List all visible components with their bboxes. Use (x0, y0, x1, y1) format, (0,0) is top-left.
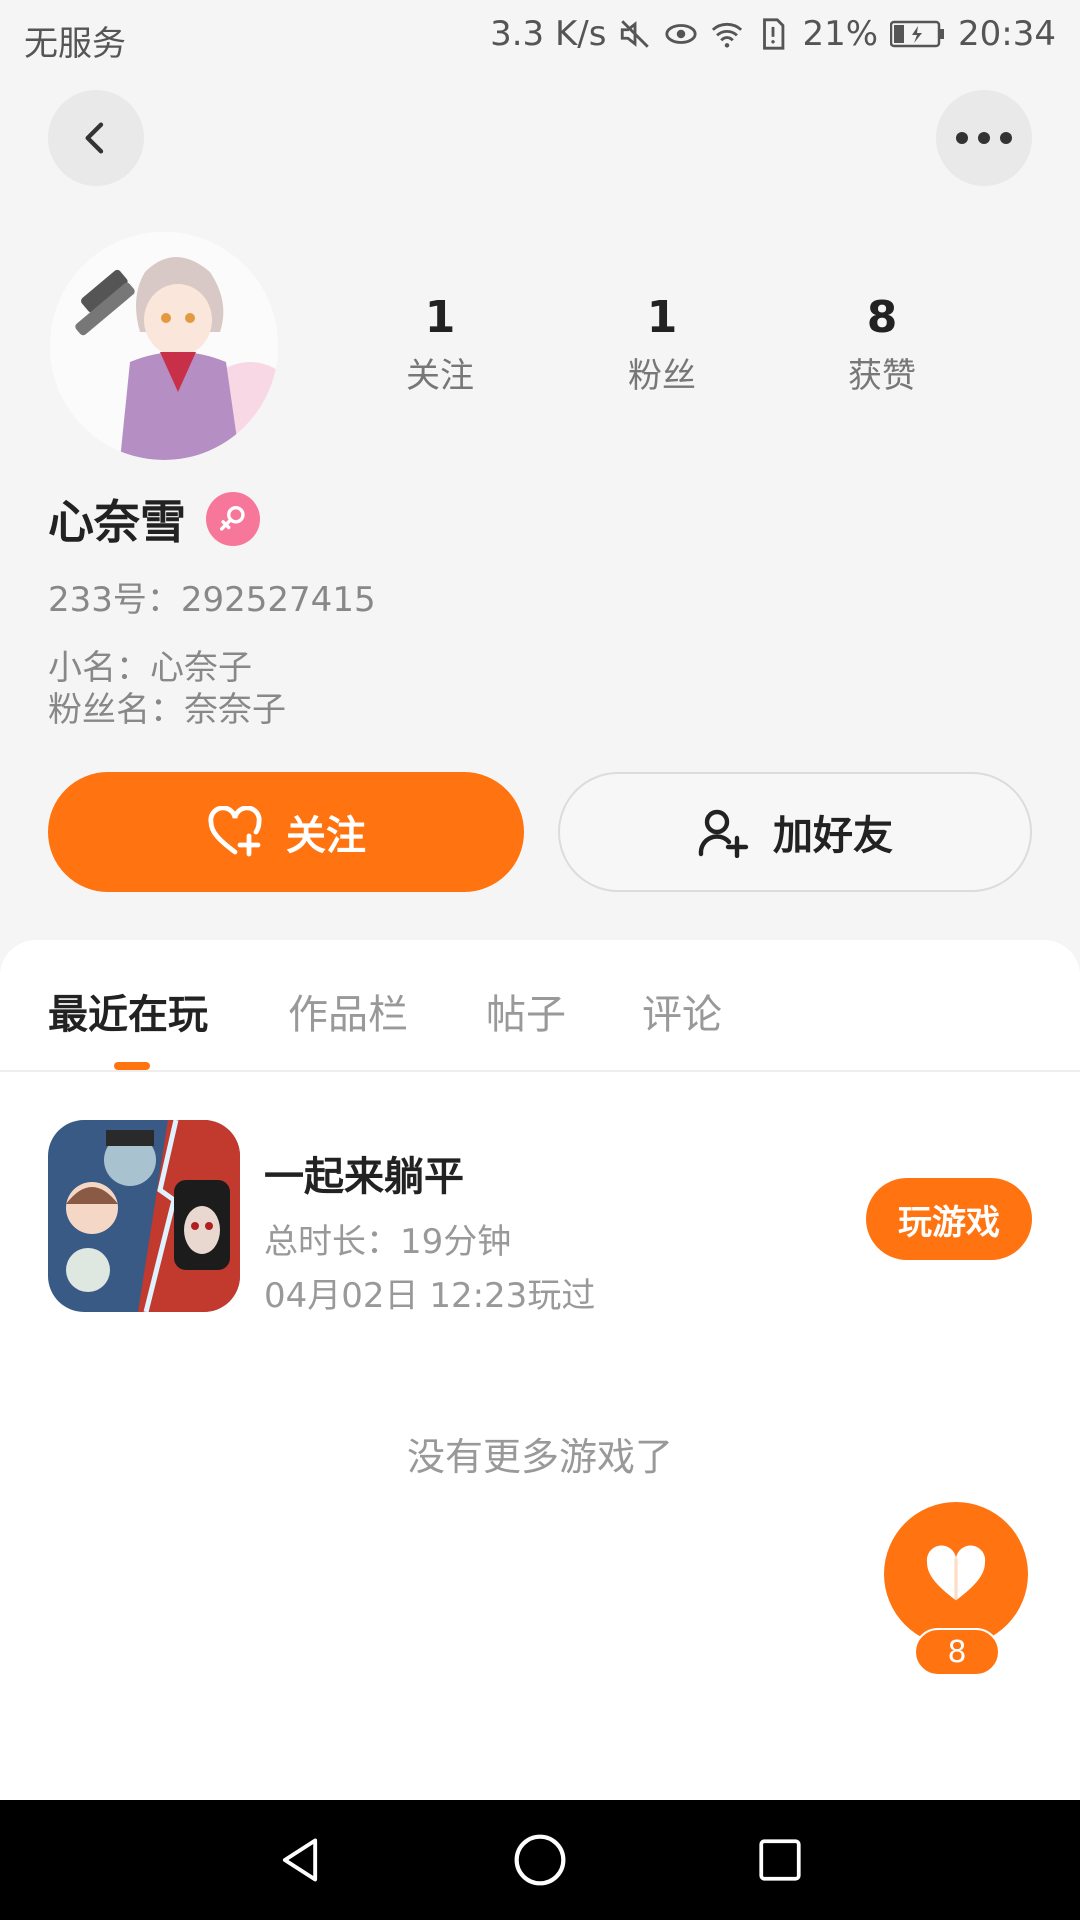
avatar[interactable] (50, 232, 278, 460)
heart-plus-icon (208, 806, 262, 857)
list-item[interactable]: 一起来躺平 总时长：19分钟 04月02日 12:23玩过 玩游戏 (0, 1120, 1080, 1320)
nav-back-button[interactable] (270, 1830, 330, 1890)
system-nav-bar (0, 1800, 1080, 1920)
username: 心奈雪 (48, 495, 186, 549)
more-button[interactable] (936, 90, 1032, 186)
follow-label: 关注 (286, 813, 366, 859)
add-friend-button[interactable]: 加好友 (558, 772, 1032, 892)
clock: 20:34 (958, 14, 1056, 54)
fan-name-line: 粉丝名：奈奈子 (48, 690, 286, 730)
like-count-badge: 8 (914, 1628, 1000, 1676)
tab-works[interactable]: 作品栏 (288, 982, 408, 1040)
like-button[interactable] (884, 1502, 1028, 1646)
battery-icon (890, 20, 945, 48)
stat-fans[interactable]: 1 粉丝 (582, 290, 742, 397)
profile-stats: 1 关注 1 粉丝 8 获赞 (360, 290, 1060, 410)
battery-percent: 21% (802, 14, 879, 54)
female-gender-icon (206, 492, 260, 546)
add-user-icon (698, 809, 749, 858)
follow-button[interactable]: 关注 (48, 772, 524, 892)
user-id: 233号：292527415 (48, 580, 376, 620)
wifi-icon (712, 22, 743, 48)
game-icon[interactable] (48, 1120, 240, 1312)
name-row: 心奈雪 (48, 486, 260, 552)
add-friend-label: 加好友 (773, 813, 893, 859)
sim-alert-icon (763, 18, 785, 50)
tab-recent-played[interactable]: 最近在玩 (48, 982, 208, 1040)
game-title: 一起来躺平 (264, 1154, 464, 1200)
carrier-label: 无服务 (24, 24, 126, 64)
back-button[interactable] (48, 90, 144, 186)
stat-likes: 8 获赞 (802, 290, 962, 397)
play-game-button[interactable]: 玩游戏 (866, 1178, 1032, 1260)
stat-following[interactable]: 1 关注 (360, 290, 520, 397)
triangle-back-icon (282, 1838, 318, 1882)
no-more-games-text: 没有更多游戏了 (406, 1435, 673, 1479)
nav-recents-button[interactable] (750, 1830, 810, 1890)
stat-label: 关注 (406, 356, 474, 396)
game-last-played: 04月02日 12:23玩过 (264, 1276, 596, 1316)
square-recents-icon (759, 1839, 801, 1881)
tab-posts[interactable]: 帖子 (486, 982, 566, 1040)
network-speed: 3.3 K/s (490, 14, 607, 54)
status-icons: 3.3 K/s 21% 20:34 (490, 14, 1056, 54)
stat-value: 1 (646, 292, 678, 343)
nav-home-button[interactable] (510, 1830, 570, 1890)
circle-home-icon (514, 1834, 566, 1886)
stat-label: 粉丝 (628, 356, 696, 396)
heart-icon (926, 1545, 986, 1601)
more-dots-icon (956, 132, 1012, 144)
stat-label: 获赞 (848, 356, 916, 396)
back-arrow-icon (85, 122, 104, 154)
game-duration: 总时长：19分钟 (264, 1222, 512, 1262)
status-bar: 无服务 3.3 K/s 21% 20:34 (0, 0, 1080, 76)
active-tab-indicator (114, 1062, 150, 1070)
stat-value: 1 (424, 292, 456, 343)
mute-icon (621, 20, 650, 48)
content-panel: 最近在玩 作品栏 帖子 评论 一起来躺平 总时长：19分钟 04月02日 12:… (0, 940, 1080, 1800)
tab-comments[interactable]: 评论 (642, 982, 722, 1040)
stat-value: 8 (866, 292, 898, 343)
eye-icon (665, 24, 698, 44)
tab-bar: 最近在玩 作品栏 帖子 评论 (0, 940, 1080, 1072)
avatar-illustration (50, 232, 278, 460)
